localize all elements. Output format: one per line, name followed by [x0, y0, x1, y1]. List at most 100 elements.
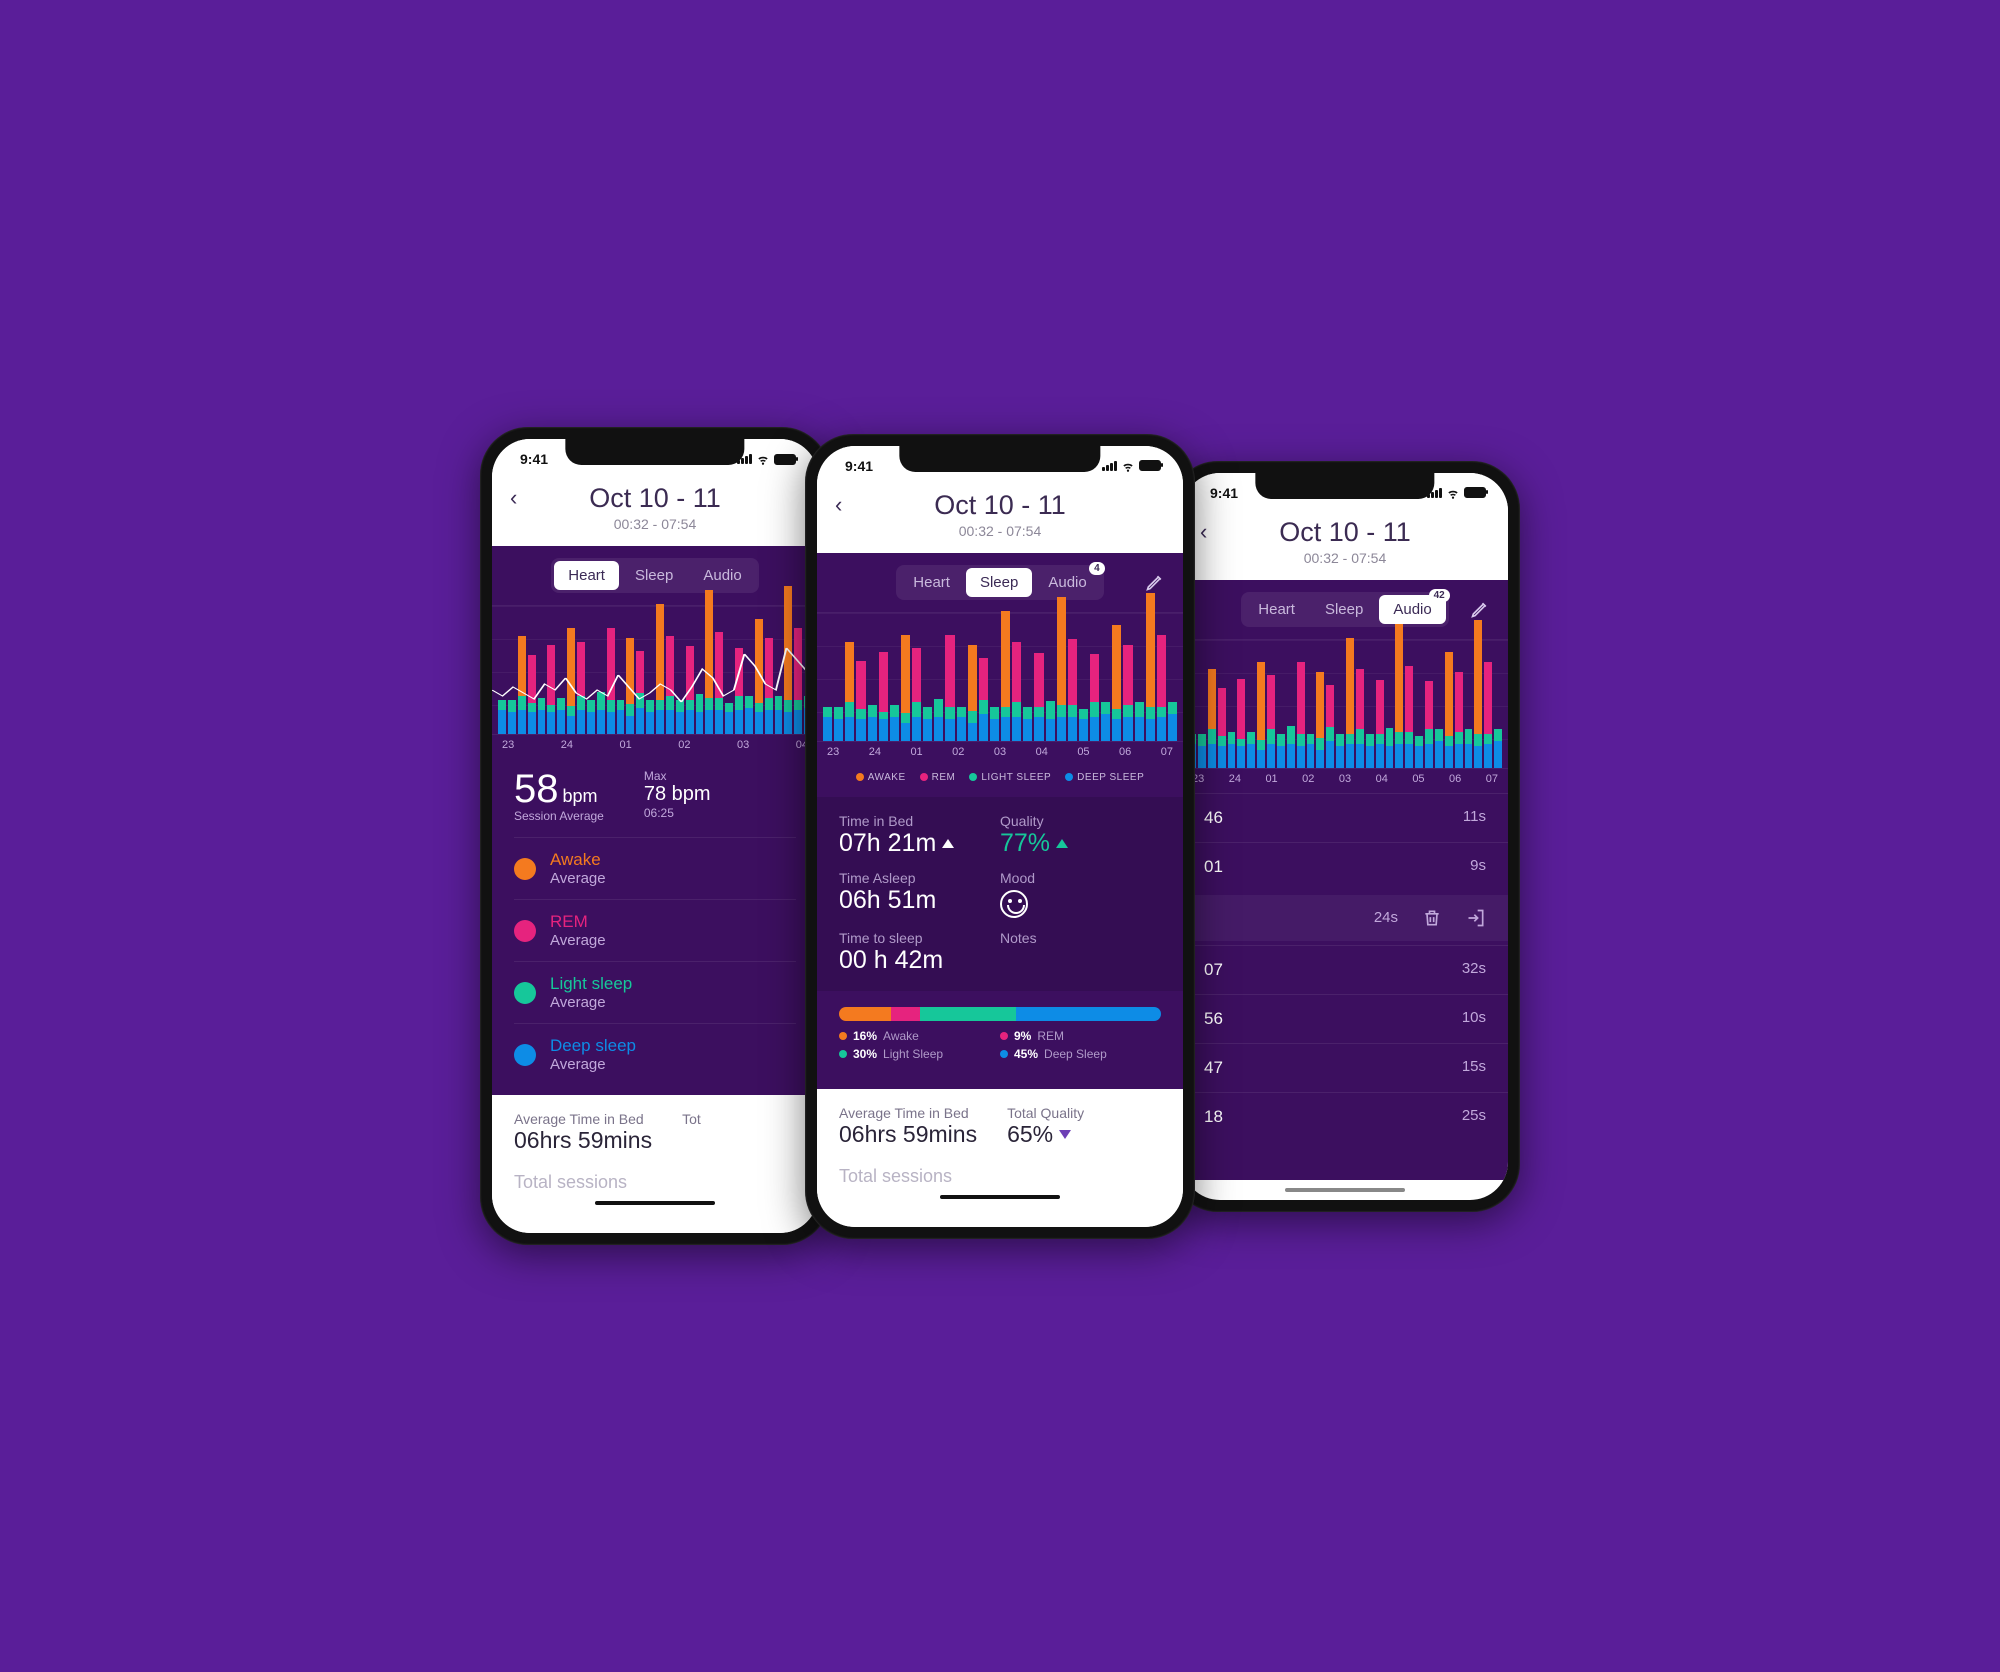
back-button[interactable]: ‹	[1200, 519, 1207, 545]
audio-list: 0732s5610s4715s1825s	[1182, 941, 1508, 1145]
tab-heart[interactable]: Heart	[554, 561, 619, 590]
phone-sleep: 9:41 ‹ Oct 10 - 11 00:32 - 07:54 Heart S…	[805, 434, 1195, 1239]
metric-asleep-label: Time Asleep	[839, 870, 1000, 886]
metric-tts-value: 00 h 42m	[839, 946, 1000, 975]
stage-dot-icon	[514, 858, 536, 880]
breakdown-bar	[839, 1007, 1161, 1021]
footer: Average Time in Bed 06hrs 59mins Total Q…	[817, 1089, 1183, 1227]
metric-asleep-value: 06h 51m	[839, 886, 1000, 915]
page-header: ‹ Oct 10 - 11 00:32 - 07:54	[1182, 513, 1508, 580]
audio-badge: 4	[1089, 562, 1105, 575]
pencil-icon	[1145, 572, 1165, 592]
page-title: Oct 10 - 11	[829, 490, 1171, 521]
page-header: ‹ Oct 10 - 11 00:32 - 07:54	[492, 479, 818, 546]
tab-sleep[interactable]: Sleep	[966, 568, 1032, 597]
audio-action-dur: 24s	[1374, 909, 1398, 926]
audio-row[interactable]: 4611s	[1182, 793, 1508, 842]
page-subtitle: 00:32 - 07:54	[1194, 550, 1496, 566]
stage-dot-icon	[514, 1044, 536, 1066]
status-time: 9:41	[1210, 485, 1238, 501]
phone-audio: 9:41 ‹ Oct 10 - 11 00:32 - 07:54 Heart S…	[1170, 461, 1520, 1212]
stage-list: AwakeAverageREMAverageLight sleepAverage…	[492, 837, 818, 1085]
wifi-icon	[1446, 486, 1460, 500]
page-subtitle: 00:32 - 07:54	[504, 516, 806, 532]
audio-row[interactable]: 0732s	[1182, 945, 1508, 994]
stage-item[interactable]: AwakeAverage	[514, 837, 796, 899]
edit-button[interactable]	[1145, 572, 1165, 592]
footer-total-label: Total Quality	[1007, 1105, 1084, 1121]
page-title: Oct 10 - 11	[1194, 517, 1496, 548]
tab-sleep[interactable]: Sleep	[621, 561, 687, 590]
audio-actions: 24s	[1182, 895, 1508, 941]
export-icon[interactable]	[1466, 907, 1486, 929]
metric-quality-value: 77%	[1000, 829, 1161, 858]
battery-icon	[774, 454, 796, 465]
sleep-metrics: Time in Bed 07h 21m Quality 77% Time Asl…	[817, 797, 1183, 991]
footer-sessions: Total sessions	[839, 1166, 1161, 1187]
home-indicator[interactable]	[595, 1201, 715, 1205]
sleep-legend: AWAKE REM LIGHT SLEEP DEEP SLEEP	[817, 762, 1183, 797]
tabs: Heart Sleep Audio4	[896, 565, 1103, 600]
notch	[1255, 473, 1434, 499]
footer-avg-value: 06hrs 59mins	[514, 1127, 652, 1154]
tab-audio[interactable]: Audio	[689, 561, 755, 590]
page-header: ‹ Oct 10 - 11 00:32 - 07:54	[817, 486, 1183, 553]
chart-axis: 232401020304050607	[817, 742, 1183, 762]
hr-max-label: Max	[644, 769, 711, 783]
home-indicator[interactable]	[1285, 1188, 1405, 1192]
page-title: Oct 10 - 11	[504, 483, 806, 514]
metric-tib-value: 07h 21m	[839, 829, 1000, 858]
tab-audio[interactable]: Audio4	[1034, 568, 1100, 597]
wifi-icon	[1121, 459, 1135, 473]
metric-notes-label[interactable]: Notes	[1000, 930, 1161, 946]
tabs: Heart Sleep Audio	[551, 558, 758, 593]
status-time: 9:41	[845, 458, 873, 474]
edit-button[interactable]	[1470, 599, 1490, 619]
home-indicator[interactable]	[940, 1195, 1060, 1199]
heart-rate-line	[492, 604, 818, 714]
metric-tts-label: Time to sleep	[839, 930, 1000, 946]
footer-avg-label: Average Time in Bed	[839, 1105, 977, 1121]
footer: Average Time in Bed 06hrs 59mins Tot Tot…	[492, 1095, 818, 1233]
hr-max-time: 06:25	[644, 806, 711, 820]
chart-axis: 232401020304050607	[1182, 769, 1508, 789]
trend-down-icon	[1059, 1130, 1071, 1139]
stage-dot-icon	[514, 920, 536, 942]
audio-badge: 42	[1429, 589, 1450, 602]
audio-row[interactable]: 1825s	[1182, 1092, 1508, 1141]
audio-chart[interactable]	[1182, 639, 1508, 769]
mood-smile-icon[interactable]	[1000, 890, 1028, 918]
tab-heart[interactable]: Heart	[1244, 595, 1309, 624]
stage-item[interactable]: Light sleepAverage	[514, 961, 796, 1023]
hr-max-value: 78 bpm	[644, 783, 711, 806]
back-button[interactable]: ‹	[835, 492, 842, 518]
trash-icon[interactable]	[1422, 907, 1442, 929]
tabs: Heart Sleep Audio42	[1241, 592, 1448, 627]
tab-heart[interactable]: Heart	[899, 568, 964, 597]
audio-row[interactable]: 019s	[1182, 842, 1508, 891]
cellular-icon	[1102, 461, 1117, 471]
chart-axis: 232401020304	[492, 735, 818, 755]
footer-total-value: 65%	[1007, 1121, 1084, 1148]
hr-avg-unit: bpm	[563, 786, 598, 806]
trend-up-icon	[1056, 839, 1068, 848]
audio-row[interactable]: 4715s	[1182, 1043, 1508, 1092]
sleep-chart[interactable]	[817, 612, 1183, 742]
phone-heart: 9:41 ‹ Oct 10 - 11 00:32 - 07:54 Heart S…	[480, 427, 830, 1245]
trend-up-icon	[942, 839, 954, 848]
breakdown-legend: 16% Awake9% REM30% Light Sleep45% Deep S…	[817, 1029, 1183, 1079]
page-subtitle: 00:32 - 07:54	[829, 523, 1171, 539]
stage-dot-icon	[514, 982, 536, 1004]
pencil-icon	[1470, 599, 1490, 619]
tab-sleep[interactable]: Sleep	[1311, 595, 1377, 624]
metric-tib-label: Time in Bed	[839, 813, 1000, 829]
notch	[565, 439, 744, 465]
footer-total-label: Tot	[682, 1111, 701, 1127]
back-button[interactable]: ‹	[510, 485, 517, 511]
stage-item[interactable]: Deep sleepAverage	[514, 1023, 796, 1085]
wifi-icon	[756, 452, 770, 466]
tab-audio[interactable]: Audio42	[1379, 595, 1445, 624]
audio-row[interactable]: 5610s	[1182, 994, 1508, 1043]
heart-chart[interactable]	[492, 605, 818, 735]
stage-item[interactable]: REMAverage	[514, 899, 796, 961]
